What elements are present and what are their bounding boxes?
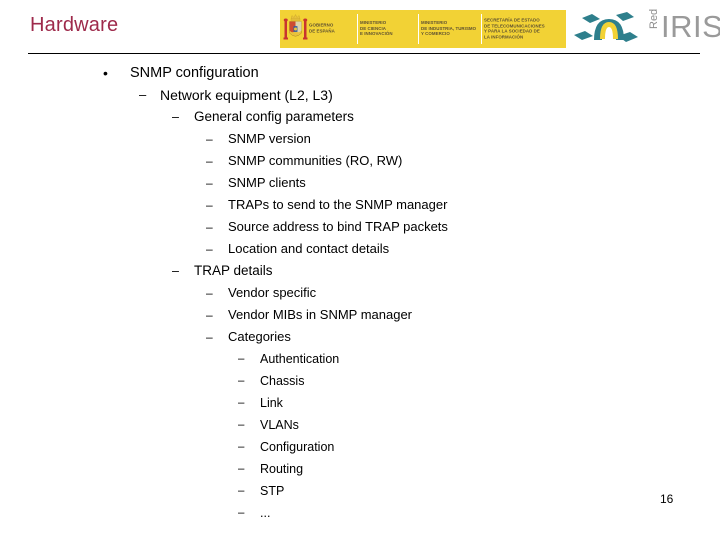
rediris-iris-text: IRIS [661, 9, 720, 44]
bullet-dash-icon: – [172, 110, 179, 124]
outline-item: – General config parameters [0, 106, 720, 128]
slide-header: Hardware GOBIERNO DE ESPAÑA MINISTERIO D… [0, 0, 720, 56]
rediris-arch-diamonds-icon [574, 12, 638, 42]
outline-item: – SNMP version [0, 128, 720, 150]
outline-item-label: ... [260, 506, 271, 520]
outline-item-label: Network equipment (L2, L3) [160, 87, 333, 103]
bullet-dash-icon: – [238, 485, 245, 497]
bullet-dash-icon: – [206, 154, 213, 168]
bullet-dash-icon: – [172, 264, 179, 278]
slide-number: 16 [660, 492, 674, 506]
bullet-dash-icon: – [206, 242, 213, 256]
outline-item: – VLANs [0, 414, 720, 436]
gov-entity-gobierno: GOBIERNO DE ESPAÑA [280, 10, 357, 48]
spanish-government-banner: GOBIERNO DE ESPAÑA MINISTERIO DE CIENCIA… [280, 10, 566, 48]
outline-item-label: TRAPs to send to the SNMP manager [228, 197, 448, 212]
outline-item-label: Vendor specific [228, 285, 317, 300]
outline-item: – Authentication [0, 348, 720, 370]
outline-item: –... [0, 502, 720, 524]
outline-item-label: VLANs [260, 418, 299, 432]
outline-item-label: Chassis [260, 374, 305, 388]
outline-item: – Location and contact details [0, 238, 720, 260]
bullet-dash-icon: – [238, 419, 245, 431]
outline-item: • SNMP configuration [0, 62, 720, 84]
page-title: Hardware [30, 14, 119, 36]
bullet-dash-icon: – [206, 286, 213, 300]
bullet-dash-icon: – [238, 463, 245, 475]
outline-item-label: Location and contact details [228, 241, 390, 256]
outline-item: – SNMP communities (RO, RW) [0, 150, 720, 172]
bullet-dash-icon: – [238, 441, 245, 453]
spanish-coat-of-arms-icon [283, 14, 308, 40]
outline-item: – Vendor MIBs in SNMP manager [0, 304, 720, 326]
gov-entity-label: MINISTERIO DE INDUSTRIA, TURISMO Y COMER… [421, 20, 477, 37]
bullet-dash-icon: – [238, 353, 245, 365]
gov-entity-ciencia: MINISTERIO DE CIENCIA E INNOVACIÓN [357, 10, 418, 48]
outline-item: – Source address to bind TRAP packets [0, 216, 720, 238]
outline-item-label: TRAP details [194, 263, 273, 278]
rediris-wordmark: Red IRIS [648, 8, 720, 48]
gov-entity-label: MINISTERIO DE CIENCIA E INNOVACIÓN [360, 20, 394, 37]
outline-item-label: Configuration [260, 440, 335, 454]
bullet-dash-icon: – [206, 330, 213, 344]
bullet-dash-icon: – [139, 87, 147, 102]
outline-item-label: SNMP version [228, 131, 311, 146]
bullet-dash-icon: – [206, 308, 213, 322]
slide-outline-list: • SNMP configuration – Network equipment (L… [0, 62, 720, 524]
outline-item: – Network equipment (L2, L3) [0, 84, 720, 106]
outline-item: – Link [0, 392, 720, 414]
outline-item-label: Categories [228, 329, 291, 344]
outline-item: – Routing [0, 458, 720, 480]
bullet-dot-icon: • [103, 65, 108, 81]
gov-entity-label: GOBIERNO DE ESPAÑA [309, 23, 335, 34]
gov-entity-industria: MINISTERIO DE INDUSTRIA, TURISMO Y COMER… [418, 10, 481, 48]
outline-item-label: Source address to bind TRAP packets [228, 219, 448, 234]
outline-item-label: Routing [260, 462, 304, 476]
outline-item-label: SNMP communities (RO, RW) [228, 153, 403, 168]
bullet-dash-icon: – [238, 375, 245, 387]
outline-item: – Vendor specific [0, 282, 720, 304]
outline-item: – Chassis [0, 370, 720, 392]
outline-item-label: SNMP configuration [130, 65, 259, 81]
outline-item: – TRAP details [0, 260, 720, 282]
bullet-dash-icon: – [206, 198, 213, 212]
outline-item: – Configuration [0, 436, 720, 458]
outline-item-label: SNMP clients [228, 175, 306, 190]
bullet-dash-icon: – [238, 397, 245, 409]
title-divider [28, 53, 700, 54]
outline-item: – STP [0, 480, 720, 502]
outline-item: – SNMP clients [0, 172, 720, 194]
outline-item-label: STP [260, 484, 285, 498]
bullet-dash-icon: – [206, 220, 213, 234]
rediris-logo: Red IRIS [570, 6, 720, 50]
outline-item-label: Link [260, 396, 283, 410]
outline-item-label: General config parameters [194, 109, 354, 124]
outline-item: – TRAPs to send to the SNMP manager [0, 194, 720, 216]
bullet-dash-icon: – [238, 507, 245, 519]
outline-item-label: Authentication [260, 352, 340, 366]
gov-entity-label: SECRETARÍA DE ESTADO DE TELECOMUNICACION… [484, 17, 545, 40]
gov-entity-setsi: SECRETARÍA DE ESTADO DE TELECOMUNICACION… [481, 10, 566, 48]
bullet-dash-icon: – [206, 176, 213, 190]
bullet-dash-icon: – [206, 132, 213, 146]
rediris-red-text: Red [648, 8, 660, 29]
outline-item-label: Vendor MIBs in SNMP manager [228, 307, 413, 322]
outline-item: – Categories [0, 326, 720, 348]
